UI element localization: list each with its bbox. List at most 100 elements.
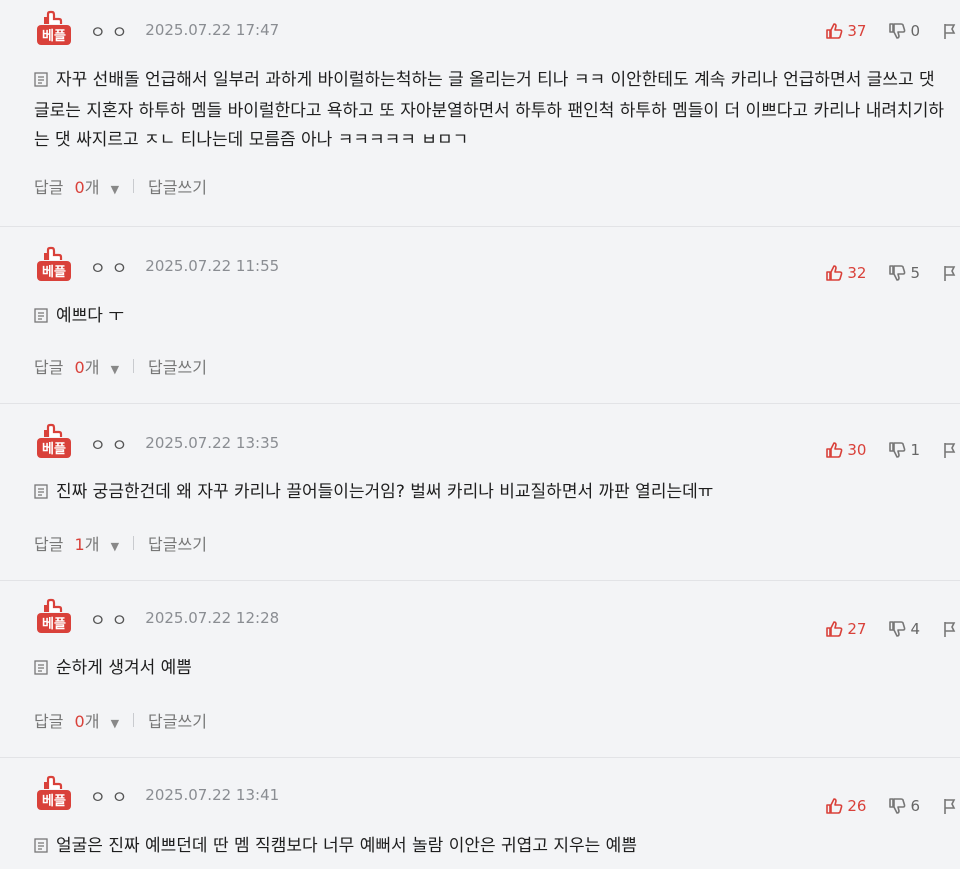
write-reply-link[interactable]: 답글쓰기 [148, 531, 207, 555]
caret-down-icon: ▼ [110, 540, 120, 553]
best-badge-icon: 베플 [34, 423, 74, 463]
reply-count: 0 [74, 358, 85, 377]
report-icon[interactable] [942, 441, 958, 459]
reply-bar: 답글 0개 ▼ 답글쓰기 [34, 175, 207, 197]
dislike-button[interactable]: 5 [888, 264, 920, 282]
reply-label: 답글 [34, 712, 64, 731]
document-icon [34, 68, 48, 97]
comment-meta: 베플 ㅇㅇ 2025.07.22 13:41 [34, 775, 279, 815]
dislike-button[interactable]: 1 [888, 441, 920, 459]
like-count: 27 [847, 620, 867, 638]
reply-count-suffix: 개 [84, 178, 100, 197]
dislike-button[interactable]: 0 [888, 22, 920, 40]
comment-votes: 27 4 [825, 618, 960, 640]
reply-toggle[interactable]: 답글 0개 ▼ [34, 354, 119, 378]
caret-down-icon: ▼ [110, 363, 120, 376]
comment-votes: 37 0 [825, 20, 960, 42]
comment-author: ㅇㅇ [90, 435, 134, 456]
comment-text-block: 예쁘다 ㅜ [34, 302, 946, 333]
badge-label: 베플 [42, 617, 66, 632]
document-icon [34, 480, 48, 509]
thumbs-down-icon [888, 620, 906, 638]
comment-meta: 베플 ㅇㅇ 2025.07.22 17:47 [34, 10, 279, 50]
comment-date: 2025.07.22 12:28 [145, 609, 280, 627]
reply-toggle[interactable]: 답글 1개 ▼ [34, 531, 119, 555]
comment-text: 예쁘다 ㅜ [56, 306, 124, 326]
like-button[interactable]: 37 [825, 22, 866, 40]
comment-date: 2025.07.22 13:41 [145, 786, 280, 804]
badge-label: 베플 [42, 265, 66, 280]
comment-votes: 26 6 [825, 795, 960, 817]
caret-down-icon: ▼ [110, 717, 120, 730]
comment-item: 베플 ㅇㅇ 2025.07.22 17:47 37 0 자꾸 선배돌 언급해서 … [0, 0, 960, 227]
divider [133, 179, 135, 193]
thumbs-up-icon [825, 264, 843, 282]
like-button[interactable]: 30 [825, 441, 866, 459]
comment-author: ㅇㅇ [90, 22, 134, 43]
reply-count: 1 [74, 535, 85, 554]
comment-votes: 32 5 [825, 262, 960, 284]
reply-toggle[interactable]: 답글 0개 ▼ [34, 174, 119, 198]
reply-bar: 답글 0개 ▼ 답글쓰기 [34, 355, 207, 377]
thumbs-up-icon [825, 22, 843, 40]
comment-meta: 베플 ㅇㅇ 2025.07.22 11:55 [34, 246, 279, 286]
comment-date: 2025.07.22 17:47 [145, 21, 280, 39]
dislike-count: 5 [910, 264, 920, 282]
comment-author: ㅇㅇ [90, 258, 134, 279]
thumbs-up-icon [825, 620, 843, 638]
report-icon[interactable] [942, 264, 958, 282]
dislike-button[interactable]: 4 [888, 620, 920, 638]
badge-label: 베플 [42, 29, 66, 44]
like-button[interactable]: 26 [825, 797, 866, 815]
write-reply-link[interactable]: 답글쓰기 [148, 708, 207, 732]
comment-text-block: 자꾸 선배돌 언급해서 일부러 과하게 바이럴하는척하는 글 올리는거 티나 ㅋ… [34, 66, 946, 155]
thumbs-up-icon [825, 441, 843, 459]
comment-text-block: 순하게 생겨서 예쁨 [34, 654, 946, 685]
badge-label: 베플 [42, 794, 66, 809]
document-icon [34, 304, 48, 333]
reply-count: 0 [74, 712, 85, 731]
dislike-count: 6 [910, 797, 920, 815]
reply-label: 답글 [34, 535, 64, 554]
comment-item: 베플 ㅇㅇ 2025.07.22 12:28 27 4 순하게 생겨서 예쁨 답… [0, 580, 960, 758]
reply-count: 0 [74, 178, 85, 197]
badge-label: 베플 [42, 442, 66, 457]
write-reply-link[interactable]: 답글쓰기 [148, 174, 207, 198]
best-badge-icon: 베플 [34, 775, 74, 815]
best-badge-icon: 베플 [34, 598, 74, 638]
dislike-count: 0 [910, 22, 920, 40]
dislike-button[interactable]: 6 [888, 797, 920, 815]
comment-meta: 베플 ㅇㅇ 2025.07.22 12:28 [34, 598, 279, 638]
thumbs-down-icon [888, 797, 906, 815]
reply-label: 답글 [34, 358, 64, 377]
write-reply-link[interactable]: 답글쓰기 [148, 354, 207, 378]
reply-bar: 답글 1개 ▼ 답글쓰기 [34, 532, 207, 554]
report-icon[interactable] [942, 797, 958, 815]
reply-count-suffix: 개 [84, 358, 100, 377]
like-count: 26 [847, 797, 867, 815]
divider [133, 359, 135, 373]
reply-toggle[interactable]: 답글 0개 ▼ [34, 708, 119, 732]
comment-author: ㅇㅇ [90, 610, 134, 631]
report-icon[interactable] [942, 620, 958, 638]
comment-text: 자꾸 선배돌 언급해서 일부러 과하게 바이럴하는척하는 글 올리는거 티나 ㅋ… [34, 70, 944, 150]
like-count: 37 [847, 22, 867, 40]
comment-text-block: 얼굴은 진짜 예쁘던데 딴 멤 직캠보다 너무 예뻐서 놀람 이안은 귀엽고 지… [34, 832, 946, 863]
reply-count-suffix: 개 [84, 712, 100, 731]
reply-label: 답글 [34, 178, 64, 197]
document-icon [34, 656, 48, 685]
comment-item: 베플 ㅇㅇ 2025.07.22 11:55 32 5 예쁘다 ㅜ 답글 0개 … [0, 226, 960, 404]
thumbs-down-icon [888, 264, 906, 282]
report-icon[interactable] [942, 22, 958, 40]
best-badge-icon: 베플 [34, 10, 74, 50]
divider [133, 536, 135, 550]
comment-date: 2025.07.22 13:35 [145, 434, 280, 452]
comment-meta: 베플 ㅇㅇ 2025.07.22 13:35 [34, 423, 279, 463]
divider [133, 713, 135, 727]
like-button[interactable]: 27 [825, 620, 866, 638]
comment-text-block: 진짜 궁금한건데 왜 자꾸 카리나 끌어들이는거임? 벌써 카리나 비교질하면서… [34, 478, 946, 509]
thumbs-down-icon [888, 441, 906, 459]
like-count: 32 [847, 264, 867, 282]
like-button[interactable]: 32 [825, 264, 866, 282]
comment-text: 얼굴은 진짜 예쁘던데 딴 멤 직캠보다 너무 예뻐서 놀람 이안은 귀엽고 지… [56, 836, 637, 856]
